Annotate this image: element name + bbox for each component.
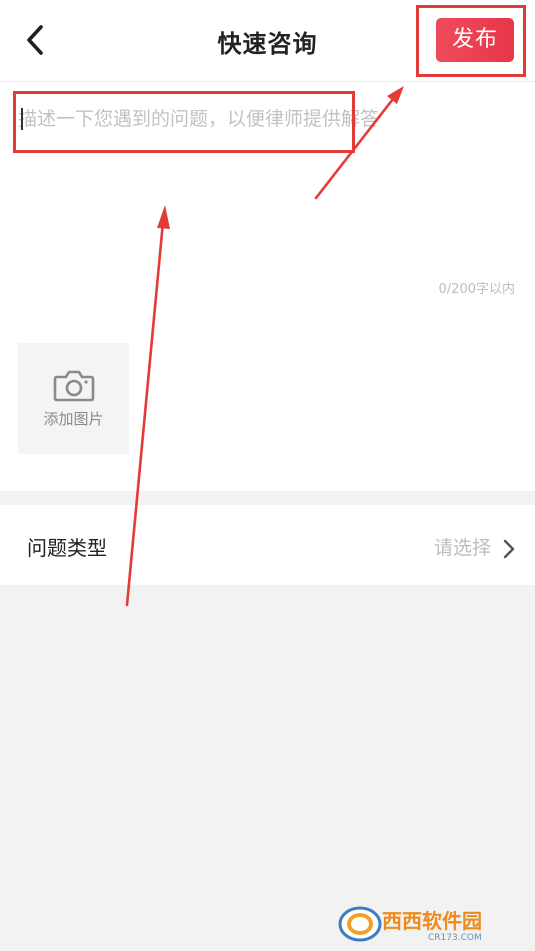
question-type-label: 问题类型 <box>27 536 107 560</box>
watermark-logo: 西西软件园 CR173.COM <box>338 906 482 943</box>
question-type-row[interactable]: 问题类型 请选择 <box>0 505 535 585</box>
chevron-right-icon <box>503 539 515 559</box>
annotation-box-input <box>13 91 355 153</box>
add-photo-button[interactable]: 添加图片 <box>18 343 129 454</box>
annotation-box-publish <box>416 5 526 77</box>
watermark-subtext: CR173.COM <box>428 933 482 943</box>
question-type-value: 请选择 <box>433 537 491 559</box>
char-counter: 0/200字以内 <box>438 282 515 297</box>
add-photo-label: 添加图片 <box>43 410 104 428</box>
camera-icon <box>53 370 94 402</box>
watermark-text: 西西软件园 <box>382 909 482 933</box>
